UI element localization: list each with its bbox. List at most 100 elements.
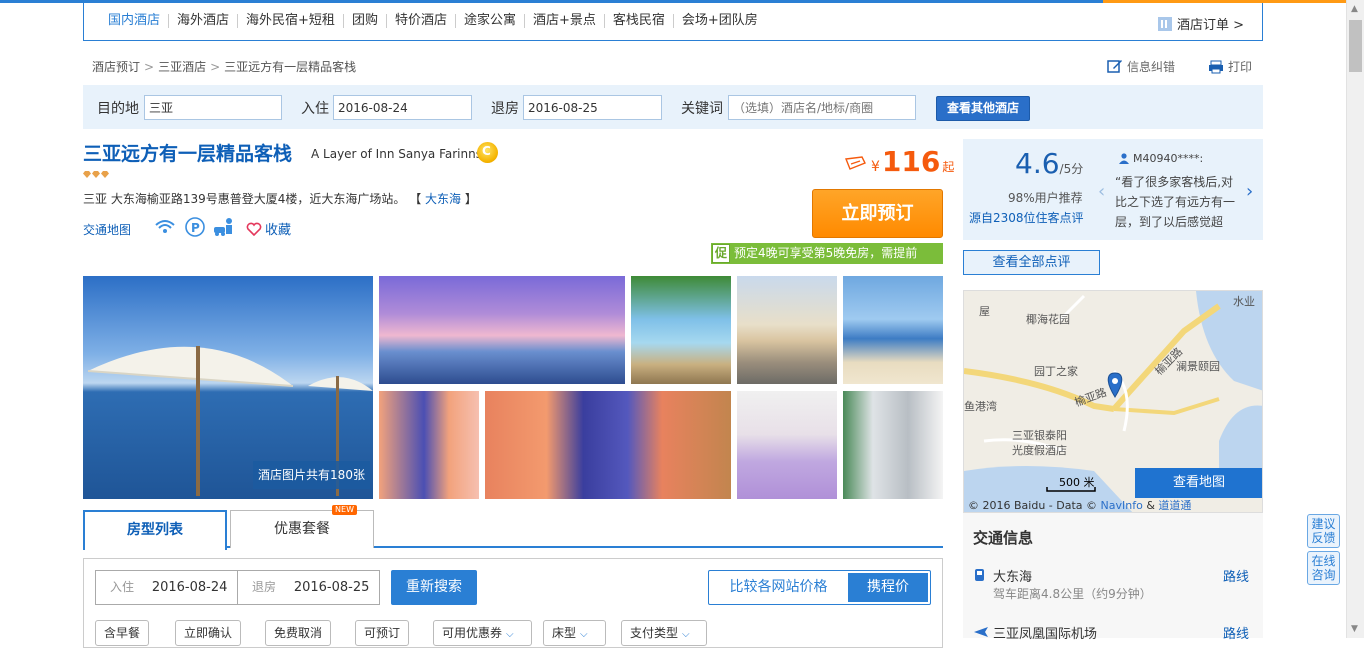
wifi-icon [155,220,175,233]
room-checkin-value: 2016-08-24 [151,580,228,595]
svg-text:P: P [191,221,200,235]
room-checkin-field[interactable]: 入住 2016-08-24 [95,570,238,605]
traffic-info: 交通信息 大东海 驾车距离4.8公里（约9分钟） 路线 三亚凤凰国际机场 路线 [963,513,1263,642]
room-tabs: 房型列表 优惠套餐 NEW [83,505,943,550]
breadcrumb-separator: > [210,60,221,74]
chevron-right-icon[interactable]: › [1246,181,1253,202]
price-value: 116 [881,145,941,178]
price-display: ¥ 116 起 [845,145,954,178]
breadcrumb-separator: > [144,60,155,74]
filter-bookable[interactable]: 可预订 [355,620,410,646]
parking-icon: P [185,217,205,237]
nav-tujia-apartments[interactable]: 途家公寓 [454,14,524,28]
review-snippet: “看了很多家客栈后,对比之下选了有远方有一层，到了以后感觉超 [1115,175,1236,229]
chevron-left-icon[interactable]: ‹ [1098,181,1105,202]
nav-overseas-homestay[interactable]: 海外民宿+短租 [237,14,343,28]
location-map[interactable]: 椰海花园 园丁之家 澜景颐园 三亚银泰阳 光度假酒店 榆亚路 榆亚路 鱼港湾 屋… [963,290,1263,513]
photo-count-badge[interactable]: 酒店图片共有180张 [253,461,370,489]
nav-inns[interactable]: 客栈民宿 [603,14,673,28]
scrollbar[interactable]: ▲ ▼ [1346,0,1364,638]
reviewer: M40940****: [1119,152,1203,165]
hotel-photo-shoreline[interactable] [843,276,943,384]
map-copyright-text: © 2016 Baidu - Data © [968,499,1101,512]
map-navinfo-link[interactable]: NavInfo [1101,499,1143,512]
breadcrumb-hotel-booking[interactable]: 酒店预订 [92,60,140,74]
hotel-photo-city-view[interactable] [737,276,837,384]
airport-shuttle-icon [214,218,232,236]
filter-instant-confirm[interactable]: 立即确认 [175,620,242,646]
nav-overseas-hotels[interactable]: 海外酒店 [168,14,237,28]
route-link-dadonghai[interactable]: 路线 [1223,566,1249,585]
tab-packages[interactable]: 优惠套餐 NEW [230,505,374,548]
filter-breakfast[interactable]: 含早餐 [95,620,150,646]
price-suffix: 起 [942,160,955,174]
hotel-photo-room-1[interactable] [379,391,479,499]
nav-venue-group[interactable]: 会场+团队房 [672,14,766,28]
scroll-up-arrow-icon[interactable]: ▲ [1351,4,1358,14]
price-currency: ¥ [871,159,880,175]
map-label-yintai-1: 三亚银泰阳 [1012,429,1067,442]
hotel-photo-room-4[interactable] [843,391,943,499]
rating-score-max: /5分 [1059,162,1084,176]
hotel-photo-sunset[interactable] [379,276,625,384]
search-again-button[interactable]: 重新搜索 [391,570,477,605]
top-nav: 国内酒店 海外酒店 海外民宿+短租 团购 特价酒店 途家公寓 酒店+景点 客栈民… [83,3,1263,41]
view-all-reviews-button[interactable]: 查看全部点评 [963,250,1100,275]
online-chat-button[interactable]: 在线咨询 [1307,551,1340,585]
keyword-label: 关键词 [681,101,723,117]
correct-info-label: 信息纠错 [1127,60,1176,74]
hotel-photo-room-3[interactable] [737,391,837,499]
hotel-orders-link[interactable]: 酒店订单 > [1157,14,1244,33]
map-citylink[interactable]: 道道通 [1158,499,1191,512]
filter-coupon[interactable]: 可用优惠券 ⌵ [433,620,532,646]
hotel-english-name: A Layer of Inn Sanya Farinns [311,147,482,161]
book-now-button[interactable]: 立即预订 [812,189,943,238]
filter-free-cancel[interactable]: 免费取消 [265,620,332,646]
traffic-map-link[interactable]: 交通地图 [83,221,131,238]
route-link-airport[interactable]: 路线 [1223,623,1249,642]
breadcrumb-sanya-hotels[interactable]: 三亚酒店 [158,60,206,74]
ctrip-price-option[interactable]: 携程价 [848,573,928,602]
checkin-input[interactable] [333,95,472,120]
subway-icon [975,569,984,581]
breadcrumb: 酒店预订 > 三亚酒店 > 三亚远方有一层精品客栈 [92,58,356,75]
tab-room-list[interactable]: 房型列表 [83,510,227,550]
search-other-hotels-button[interactable]: 查看其他酒店 [936,96,1030,121]
print-link[interactable]: 打印 [1208,58,1252,75]
destination-input[interactable] [144,95,282,120]
keyword-input[interactable] [728,95,916,120]
heart-icon [246,222,262,236]
nav-hotel-attraction[interactable]: 酒店+景点 [523,14,604,28]
traffic-name-dadonghai: 大东海 [993,570,1033,585]
printer-icon [1209,60,1223,73]
hotel-photo-beach-umbrellas[interactable] [631,276,731,384]
filter-payment-type[interactable]: 支付类型 ⌵ [621,620,707,646]
checkout-input[interactable] [523,95,662,120]
favorite-button[interactable]: 收藏 [246,219,291,238]
nav-group-buy[interactable]: 团购 [342,14,386,28]
reviews-source-link[interactable]: 源自2308位住客点评 [969,209,1084,226]
view-map-button[interactable]: 查看地图 [1135,468,1262,498]
price-compare-switch: 比较各网站价格 携程价 [708,570,931,605]
room-checkout-value: 2016-08-25 [293,580,370,595]
checkin-label: 入住 [301,101,329,117]
hotel-orders-label: 酒店订单 > [1176,18,1244,33]
filter-bed-type[interactable]: 床型 ⌵ [543,620,606,646]
feedback-button[interactable]: 建议反馈 [1307,514,1340,548]
print-label: 打印 [1228,60,1253,74]
scrollbar-thumb[interactable] [1349,20,1362,72]
scroll-down-arrow-icon[interactable]: ▼ [1351,624,1358,634]
area-link[interactable]: 大东海 [425,192,461,206]
nav-domestic-hotels[interactable]: 国内酒店 [100,14,168,28]
hotel-photo-room-2[interactable] [485,391,731,499]
rating-summary: 4.6/5分 98%用户推荐 源自2308位住客点评 ‹ M40940****:… [963,139,1263,240]
room-checkout-field[interactable]: 退房 2016-08-25 [237,570,380,605]
correct-info-link[interactable]: 信息纠错 [1107,58,1175,75]
tab-packages-label: 优惠套餐 [274,521,330,537]
breadcrumb-current: 三亚远方有一层精品客栈 [224,60,357,74]
building-icon [1157,16,1172,31]
map-scale-label: 500 米 [1059,476,1095,489]
address-text: 三亚 大东海榆亚路139号惠普登大厦4楼，近大东海广场站。 [83,192,406,206]
nav-deal-hotels[interactable]: 特价酒店 [385,14,455,28]
compare-prices-option[interactable]: 比较各网站价格 [709,571,848,604]
